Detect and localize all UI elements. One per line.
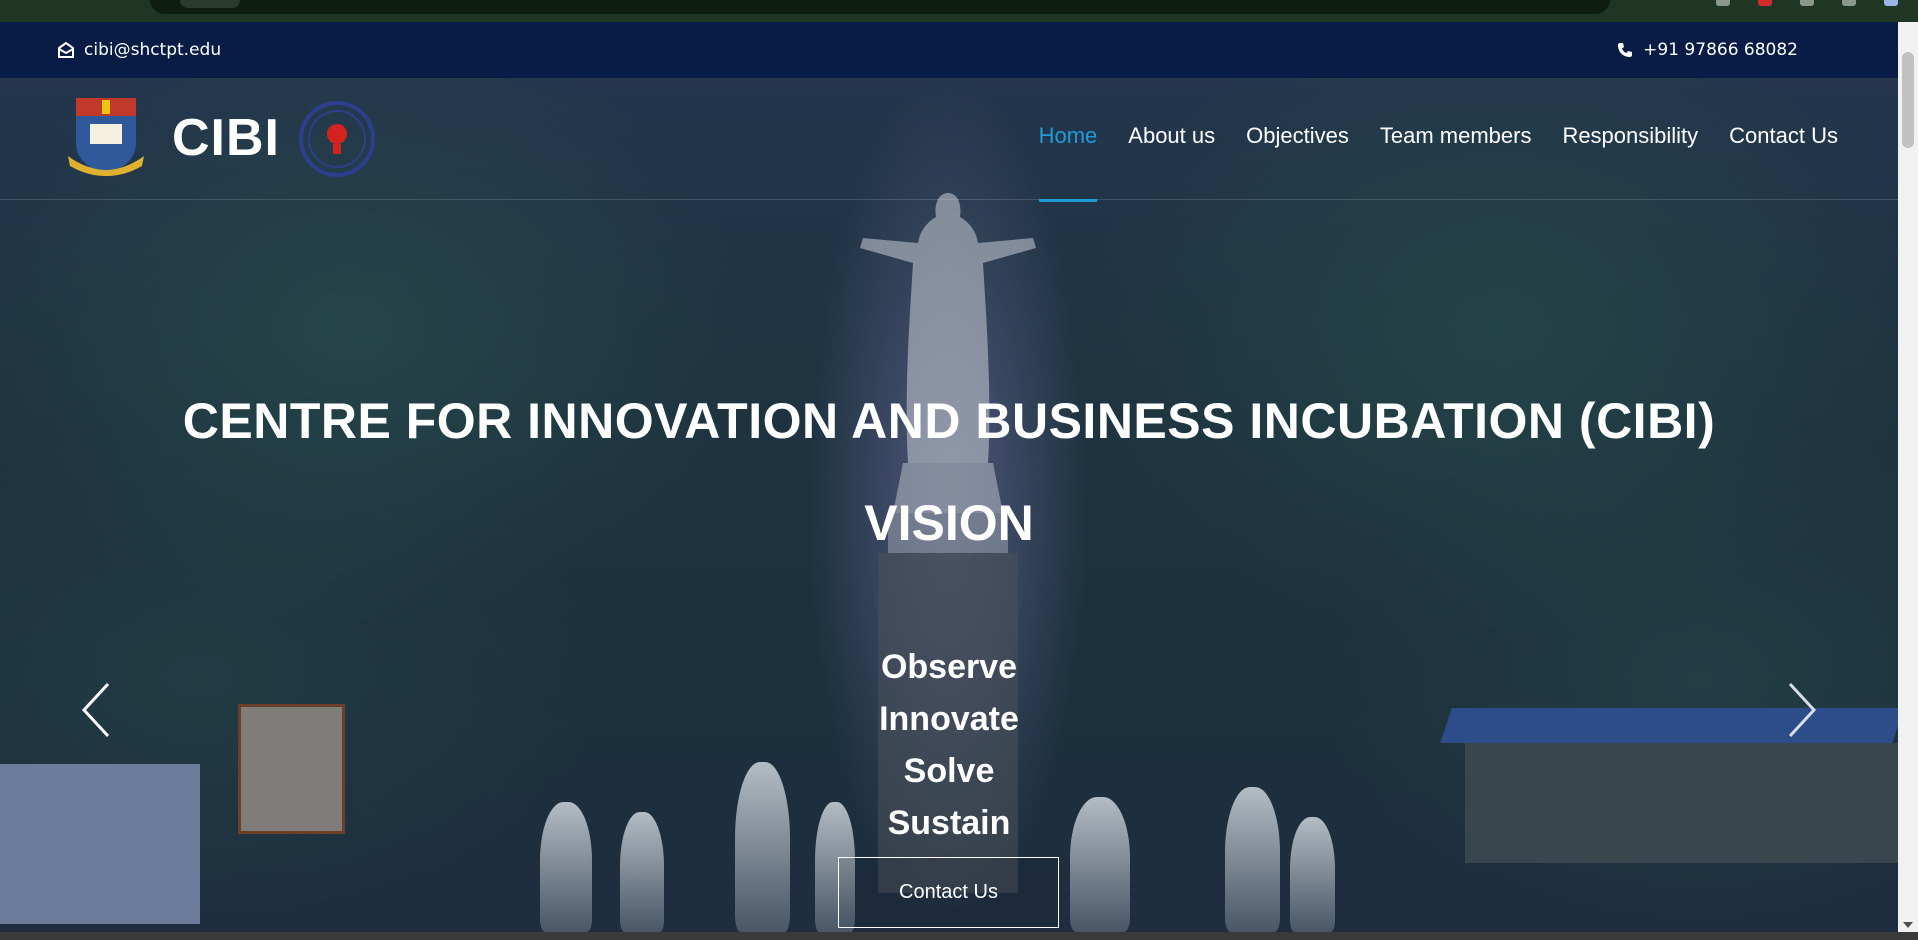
chevron-right-icon[interactable] [1782, 680, 1822, 740]
contact-us-button[interactable]: Contact Us [838, 857, 1059, 928]
chevron-left-icon[interactable] [76, 680, 116, 740]
hero-word-observe: Observe [880, 648, 1018, 686]
hero-word-innovate: Innovate [879, 700, 1019, 738]
hero-title: CENTRE FOR INNOVATION AND BUSINESS INCUB… [182, 393, 1716, 449]
hero-subtitle: VISION [864, 495, 1034, 551]
window-bottom-edge [0, 932, 1918, 940]
scrollbar-thumb[interactable] [1902, 52, 1914, 148]
scroll-down-icon[interactable] [1903, 922, 1913, 928]
hero-word-sustain: Sustain [887, 804, 1011, 842]
hero-word-solve: Solve [903, 752, 995, 790]
hero-caption: CENTRE FOR INNOVATION AND BUSINESS INCUB… [0, 0, 1898, 940]
page-scrollbar[interactable] [1898, 22, 1918, 932]
